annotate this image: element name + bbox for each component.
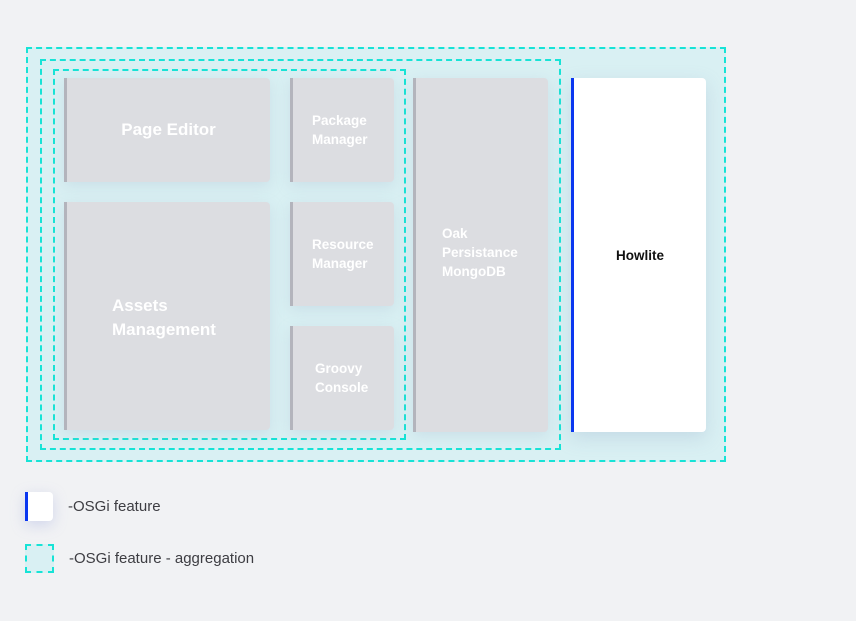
legend-item-aggregation: -OSGi feature - aggregation [25,544,254,573]
feature-groovy-console[interactable]: Groovy Console [290,326,394,430]
legend-item-feature: -OSGi feature [25,492,161,521]
feature-label: Howlite [615,247,664,263]
feature-label: Page Editor [121,120,216,139]
feature-assets-management[interactable]: Assets Management [64,202,270,430]
legend-label: -OSGi feature - aggregation [69,550,255,567]
feature-label: Resource Manager [312,237,374,271]
aggregation-swatch-icon [25,544,54,573]
legend-label: -OSGi feature [68,498,161,515]
feature-label: Groovy Console [315,361,369,395]
feature-label: Assets Management [112,296,216,339]
feature-package-manager[interactable]: Package Manager [290,78,394,182]
feature-label: Oak Persistance MongoDB [442,226,518,279]
feature-page-editor[interactable]: Page Editor [64,78,270,182]
feature-swatch-icon [25,492,53,521]
feature-label: Package Manager [312,113,368,147]
feature-resource-manager[interactable]: Resource Manager [290,202,394,306]
feature-howlite[interactable]: Howlite [571,78,706,432]
feature-oak-persistance[interactable]: Oak Persistance MongoDB [413,78,548,432]
